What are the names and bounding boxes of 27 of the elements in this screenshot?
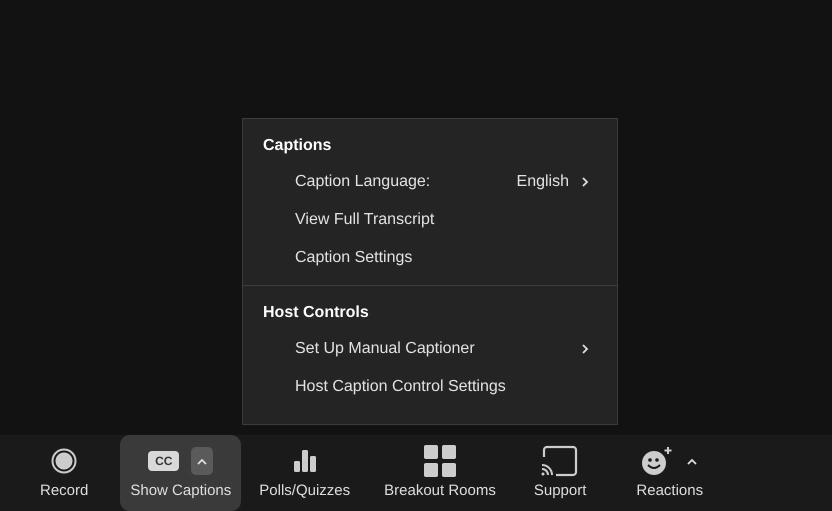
cc-icon: CC <box>148 451 180 471</box>
chevron-right-icon <box>581 176 589 188</box>
menu-item-label: Caption Language: <box>295 173 432 191</box>
toolbar-button[interactable]: Reactions <box>626 435 714 511</box>
menu-item[interactable]: Caption Settings <box>243 239 617 277</box>
toolbar-button[interactable]: Polls/Quizzes <box>249 435 360 511</box>
menu-item-value: English <box>516 173 569 191</box>
caret-icon[interactable] <box>191 447 214 475</box>
menu-item[interactable]: Host Caption Control Settings <box>243 368 617 406</box>
menu-item-label: View Full Transcript <box>295 211 436 229</box>
chevron-right-icon <box>581 343 589 355</box>
bar-chart-icon <box>292 450 317 472</box>
menu-item[interactable]: Set Up Manual Captioner <box>243 330 617 368</box>
menu-section-title: Host Controls <box>263 304 369 322</box>
toolbar-button[interactable]: CC Show Captions <box>120 435 242 511</box>
smiley-plus-icon <box>640 445 673 477</box>
menu-item[interactable]: View Full Transcript <box>243 201 617 239</box>
toolbar-button[interactable]: Breakout Rooms <box>374 435 506 511</box>
toolbar-button[interactable]: Record <box>30 435 98 511</box>
grid-icon <box>424 445 456 477</box>
record-icon <box>51 448 78 474</box>
menu-item-label: Host Caption Control Settings <box>295 378 507 396</box>
toolbar-button[interactable]: Support <box>524 435 596 511</box>
menu-item[interactable]: Caption Language: English <box>243 163 617 201</box>
menu-section-title: Captions <box>263 137 332 155</box>
menu-item-label: Caption Settings <box>295 249 414 267</box>
menu-item-label: Set Up Manual Captioner <box>295 340 476 358</box>
